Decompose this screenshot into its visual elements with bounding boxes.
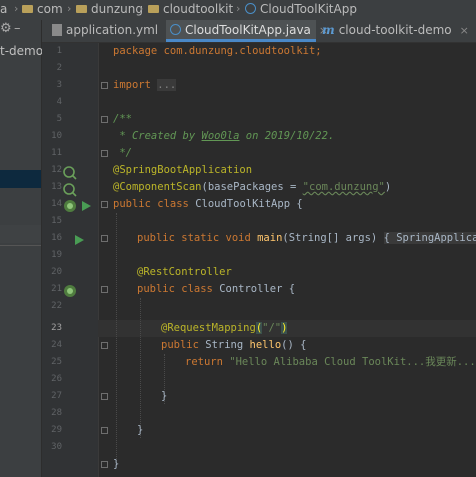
line-number: 14 (51, 199, 62, 209)
code-line[interactable]: public String hello() { (161, 337, 306, 354)
folder-icon (22, 4, 33, 13)
selected-tree-row[interactable] (0, 170, 41, 188)
maven-m-icon: m (322, 23, 335, 37)
line-number: 3 (56, 80, 62, 90)
folder-icon (76, 4, 87, 13)
line-number: 19 (51, 250, 62, 260)
line-number: 26 (51, 374, 62, 384)
breadcrumb-item-com[interactable]: com (22, 2, 63, 16)
fold-icon[interactable] (101, 427, 108, 434)
line-number: 28 (51, 408, 62, 418)
line-number-current: 23 (51, 323, 62, 333)
fold-icon[interactable] (101, 286, 108, 293)
tab-cloud-toolkit-demo[interactable]: m cloud-toolkit-demo × (318, 20, 476, 42)
code-line[interactable]: */ (113, 145, 132, 162)
fold-icon[interactable] (101, 150, 108, 157)
breadcrumb-separator: › (236, 2, 241, 15)
code-line[interactable]: } (137, 422, 143, 439)
code-line-current[interactable]: @RequestMapping("/") (161, 320, 288, 337)
line-number: 22 (51, 301, 62, 311)
line-number: 24 (51, 340, 62, 350)
indent-guide (140, 298, 141, 438)
collapse-icon[interactable]: – (14, 21, 21, 36)
yml-file-icon (52, 23, 62, 36)
project-sidebar: ⚙ – t-demo (0, 20, 43, 477)
line-number: 30 (51, 442, 62, 452)
fold-icon[interactable] (101, 461, 108, 468)
line-number: 27 (51, 391, 62, 401)
code-line[interactable]: /** (113, 111, 132, 128)
spring-bean-icon[interactable] (63, 166, 77, 180)
line-number: 25 (51, 357, 62, 367)
line-number: 21 (51, 284, 62, 294)
breadcrumb-item-class[interactable]: CloudToolKitApp (245, 2, 357, 16)
divider (0, 245, 41, 246)
fold-icon[interactable] (101, 82, 108, 89)
editor-tab-bar: application.yml× CloudToolKitApp.java× m… (0, 20, 476, 43)
gear-icon[interactable]: ⚙ (0, 21, 12, 36)
line-number: 5 (56, 114, 62, 124)
line-number: 2 (56, 63, 62, 73)
breadcrumb-separator: › (139, 2, 144, 15)
folded-method-body[interactable]: { SpringApplicati (383, 232, 476, 244)
fold-icon[interactable] (101, 342, 108, 349)
indent-guide (116, 213, 117, 465)
breadcrumb-item-cloudtoolkit[interactable]: cloudtoolkit (148, 2, 233, 16)
java-class-icon (170, 24, 181, 35)
tab-application-yml[interactable]: application.yml× (48, 20, 175, 42)
close-icon[interactable]: × (460, 24, 469, 37)
line-number: 12 (51, 165, 62, 175)
tab-cloudtoolkitapp-java[interactable]: CloudToolKitApp.java × (166, 20, 328, 42)
code-line[interactable]: @SpringBootApplication (113, 162, 252, 179)
line-number: 4 (56, 97, 62, 107)
line-number: 15 (51, 216, 62, 226)
project-root-label[interactable]: t-demo (0, 44, 43, 58)
code-line[interactable]: @ComponentScan(basePackages = "com.dunzu… (113, 179, 391, 196)
line-number: 16 (51, 233, 62, 243)
folded-imports[interactable]: ... (157, 79, 177, 91)
line-number: 29 (51, 425, 62, 435)
java-class-icon (245, 3, 256, 14)
code-line[interactable]: } (113, 456, 119, 473)
code-line[interactable]: return "Hello Alibaba Cloud ToolKit...我更… (185, 354, 476, 371)
line-number: 11 (51, 148, 62, 158)
tree-row[interactable] (0, 225, 41, 243)
fold-icon[interactable] (101, 393, 108, 400)
code-line[interactable]: public class CloudToolKitApp { (113, 196, 303, 213)
run-icon[interactable] (80, 200, 92, 212)
fold-icon[interactable] (101, 201, 108, 208)
code-line[interactable]: public class Controller { (137, 281, 295, 298)
code-line[interactable]: import ... (113, 77, 177, 94)
folder-icon (148, 4, 159, 13)
breadcrumb-separator: › (67, 2, 72, 15)
code-line[interactable]: @RestController (137, 264, 232, 281)
code-line[interactable]: package com.dunzung.cloudtoolkit; (113, 43, 322, 60)
line-number: 20 (51, 267, 62, 277)
spring-bean-icon[interactable] (63, 199, 77, 213)
breadcrumb: a › com › dunzung › cloudtoolkit › Cloud… (0, 0, 476, 21)
spring-bean-icon[interactable] (63, 284, 77, 298)
run-icon[interactable] (73, 234, 85, 246)
fold-icon[interactable] (101, 235, 108, 242)
code-line[interactable]: public static void main(String[] args) {… (137, 230, 476, 247)
breadcrumb-item-dunzung[interactable]: dunzung (76, 2, 143, 16)
breadcrumb-separator: › (14, 2, 19, 15)
line-number: 13 (51, 182, 62, 192)
line-number: 10 (51, 131, 62, 141)
code-line[interactable]: * Created by Woo0la on 2019/10/22. (113, 128, 334, 145)
breadcrumb-root[interactable]: a (0, 2, 7, 16)
spring-bean-icon[interactable] (63, 183, 77, 197)
line-number: 1 (56, 46, 62, 56)
code-line[interactable]: } (161, 388, 167, 405)
fold-icon[interactable] (101, 116, 108, 123)
